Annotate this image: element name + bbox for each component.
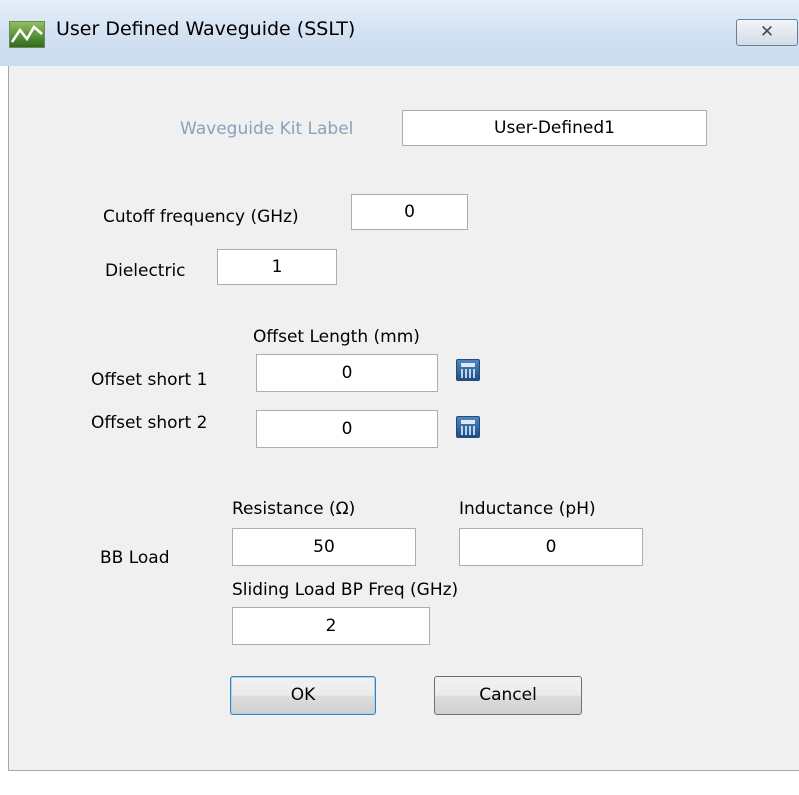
dielectric-label: Dielectric <box>105 261 186 281</box>
kit-label: Waveguide Kit Label <box>180 119 354 139</box>
offset-short-2-input[interactable]: 0 <box>256 410 438 448</box>
window-title: User Defined Waveguide (SSLT) <box>56 18 356 40</box>
bb-load-label: BB Load <box>100 548 170 568</box>
sliding-load-input[interactable]: 2 <box>232 607 430 645</box>
sliding-load-label: Sliding Load BP Freq (GHz) <box>232 580 459 600</box>
offset-short-2-label: Offset short 2 <box>91 413 208 433</box>
title-bar[interactable]: User Defined Waveguide (SSLT) ✕ <box>0 0 799 66</box>
inductance-input[interactable]: 0 <box>459 528 643 566</box>
cutoff-frequency-label: Cutoff frequency (GHz) <box>103 207 299 227</box>
offset-short-1-input[interactable]: 0 <box>256 354 438 392</box>
close-button[interactable]: ✕ <box>736 19 798 46</box>
inductance-label: Inductance (pH) <box>459 499 596 519</box>
calculator-icon[interactable] <box>456 359 480 381</box>
app-icon <box>9 21 45 48</box>
calculator-icon[interactable] <box>456 416 480 438</box>
offset-length-header: Offset Length (mm) <box>253 327 420 347</box>
cancel-button[interactable]: Cancel <box>434 676 582 715</box>
dielectric-input[interactable]: 1 <box>217 249 337 285</box>
resistance-label: Resistance (Ω) <box>232 499 356 519</box>
kit-label-input[interactable]: User-Defined1 <box>402 110 707 146</box>
resistance-input[interactable]: 50 <box>232 528 416 566</box>
offset-short-1-label: Offset short 1 <box>91 370 208 390</box>
close-icon: ✕ <box>759 22 775 42</box>
dialog-body: Waveguide Kit Label User-Defined1 Cutoff… <box>8 66 799 771</box>
ok-button[interactable]: OK <box>230 676 376 715</box>
cutoff-frequency-input[interactable]: 0 <box>351 194 468 230</box>
